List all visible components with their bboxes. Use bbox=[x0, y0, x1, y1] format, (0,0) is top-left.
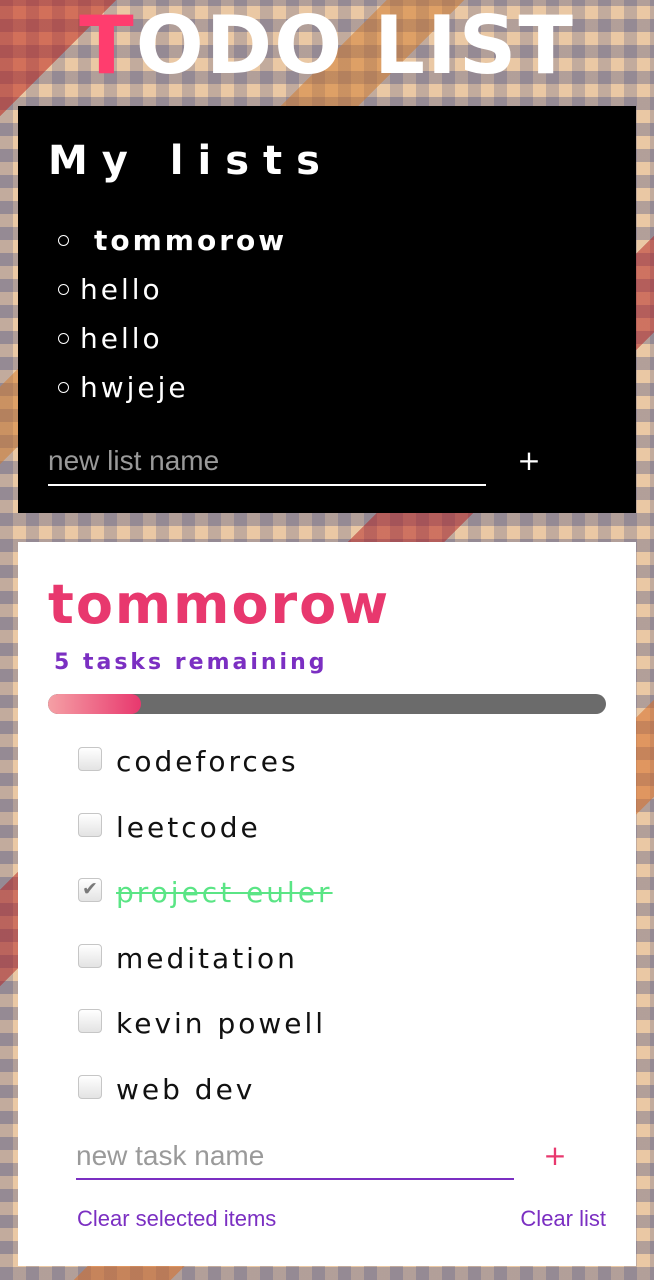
lists-panel: My lists tommorow hello hello hwjeje + bbox=[18, 106, 636, 513]
task-label[interactable]: codeforces bbox=[116, 744, 299, 780]
new-task-form: + bbox=[76, 1134, 576, 1182]
progress-bar bbox=[48, 694, 606, 714]
circle-outline-icon bbox=[58, 235, 69, 246]
progress-fill bbox=[48, 694, 142, 714]
new-list-form: + bbox=[48, 438, 588, 488]
list-item-label: tommorow bbox=[94, 224, 288, 257]
task-item-project-euler: ✔ project euler bbox=[78, 861, 598, 927]
clear-list-button[interactable]: Clear list bbox=[520, 1206, 606, 1232]
app-title-first-letter: T bbox=[79, 0, 136, 92]
task-count: 5 tasks remaining bbox=[54, 650, 328, 675]
task-checkbox[interactable] bbox=[78, 747, 102, 771]
circle-outline-icon bbox=[58, 284, 69, 295]
tasks-panel: tommorow 5 tasks remaining codeforces le… bbox=[18, 542, 636, 1266]
add-list-button[interactable]: + bbox=[504, 438, 554, 484]
task-item-web-dev: web dev bbox=[78, 1058, 598, 1124]
clear-selected-button[interactable]: Clear selected items bbox=[77, 1206, 276, 1232]
circle-outline-icon bbox=[58, 333, 69, 344]
task-checkbox[interactable] bbox=[78, 812, 102, 837]
list-item-hwjeje[interactable]: hwjeje bbox=[58, 363, 578, 412]
add-task-button[interactable]: + bbox=[531, 1134, 579, 1178]
task-list: codeforces leetcode ✔ project euler medi… bbox=[78, 730, 598, 1123]
new-task-input[interactable] bbox=[76, 1134, 514, 1180]
task-checkbox-checked[interactable]: ✔ bbox=[78, 878, 102, 902]
task-item-leetcode: leetcode bbox=[78, 796, 598, 862]
list-item-hello-2[interactable]: hello bbox=[58, 314, 578, 363]
task-item-kevin-powell: kevin powell bbox=[78, 992, 598, 1058]
task-label[interactable]: project euler bbox=[116, 875, 333, 911]
list-item-label: hello bbox=[80, 322, 163, 355]
list-item-label: hwjeje bbox=[80, 371, 189, 404]
new-list-input[interactable] bbox=[48, 438, 486, 486]
check-icon: ✔ bbox=[82, 878, 98, 900]
task-item-codeforces: codeforces bbox=[78, 730, 598, 796]
lists: tommorow hello hello hwjeje bbox=[58, 216, 578, 412]
task-item-meditation: meditation bbox=[78, 927, 598, 993]
list-item-label: hello bbox=[80, 273, 163, 306]
task-checkbox[interactable] bbox=[78, 1009, 102, 1033]
task-label[interactable]: kevin powell bbox=[116, 1006, 326, 1042]
task-label[interactable]: meditation bbox=[116, 941, 298, 977]
lists-heading: My lists bbox=[48, 138, 334, 184]
task-label[interactable]: leetcode bbox=[116, 810, 261, 846]
list-item-tommorow[interactable]: tommorow bbox=[58, 216, 578, 265]
task-label[interactable]: web dev bbox=[116, 1072, 255, 1108]
task-checkbox[interactable] bbox=[78, 943, 102, 968]
list-title: tommorow bbox=[48, 573, 391, 636]
list-item-hello[interactable]: hello bbox=[58, 265, 578, 314]
app-title: TODO LIST bbox=[0, 0, 654, 96]
task-checkbox[interactable] bbox=[78, 1074, 102, 1099]
app-title-rest: ODO LIST bbox=[135, 0, 575, 92]
circle-outline-icon bbox=[58, 382, 69, 393]
